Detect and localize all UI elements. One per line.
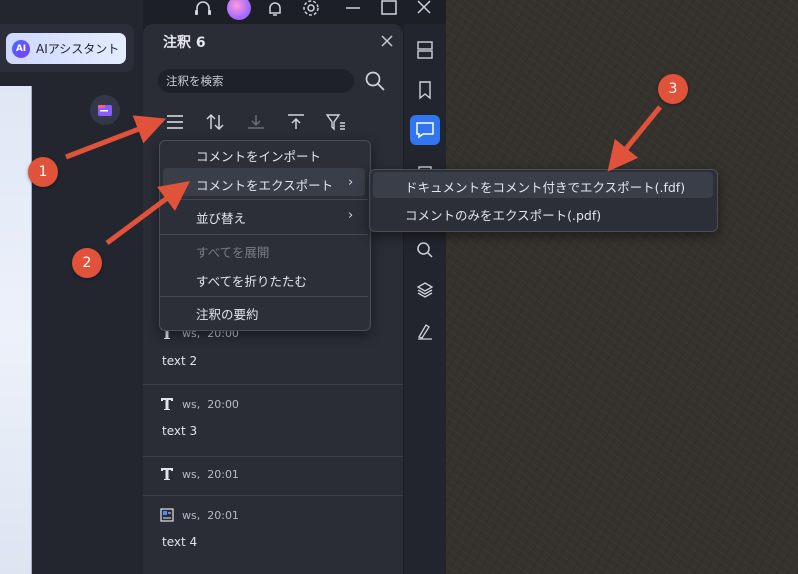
- callout-badge-1: 1: [28, 157, 58, 187]
- arrow-3: [607, 105, 662, 172]
- arrow-1: [65, 115, 167, 160]
- callout-badge-2: 2: [72, 248, 102, 278]
- arrow-2: [105, 181, 191, 246]
- callout-badge-3: 3: [658, 74, 688, 104]
